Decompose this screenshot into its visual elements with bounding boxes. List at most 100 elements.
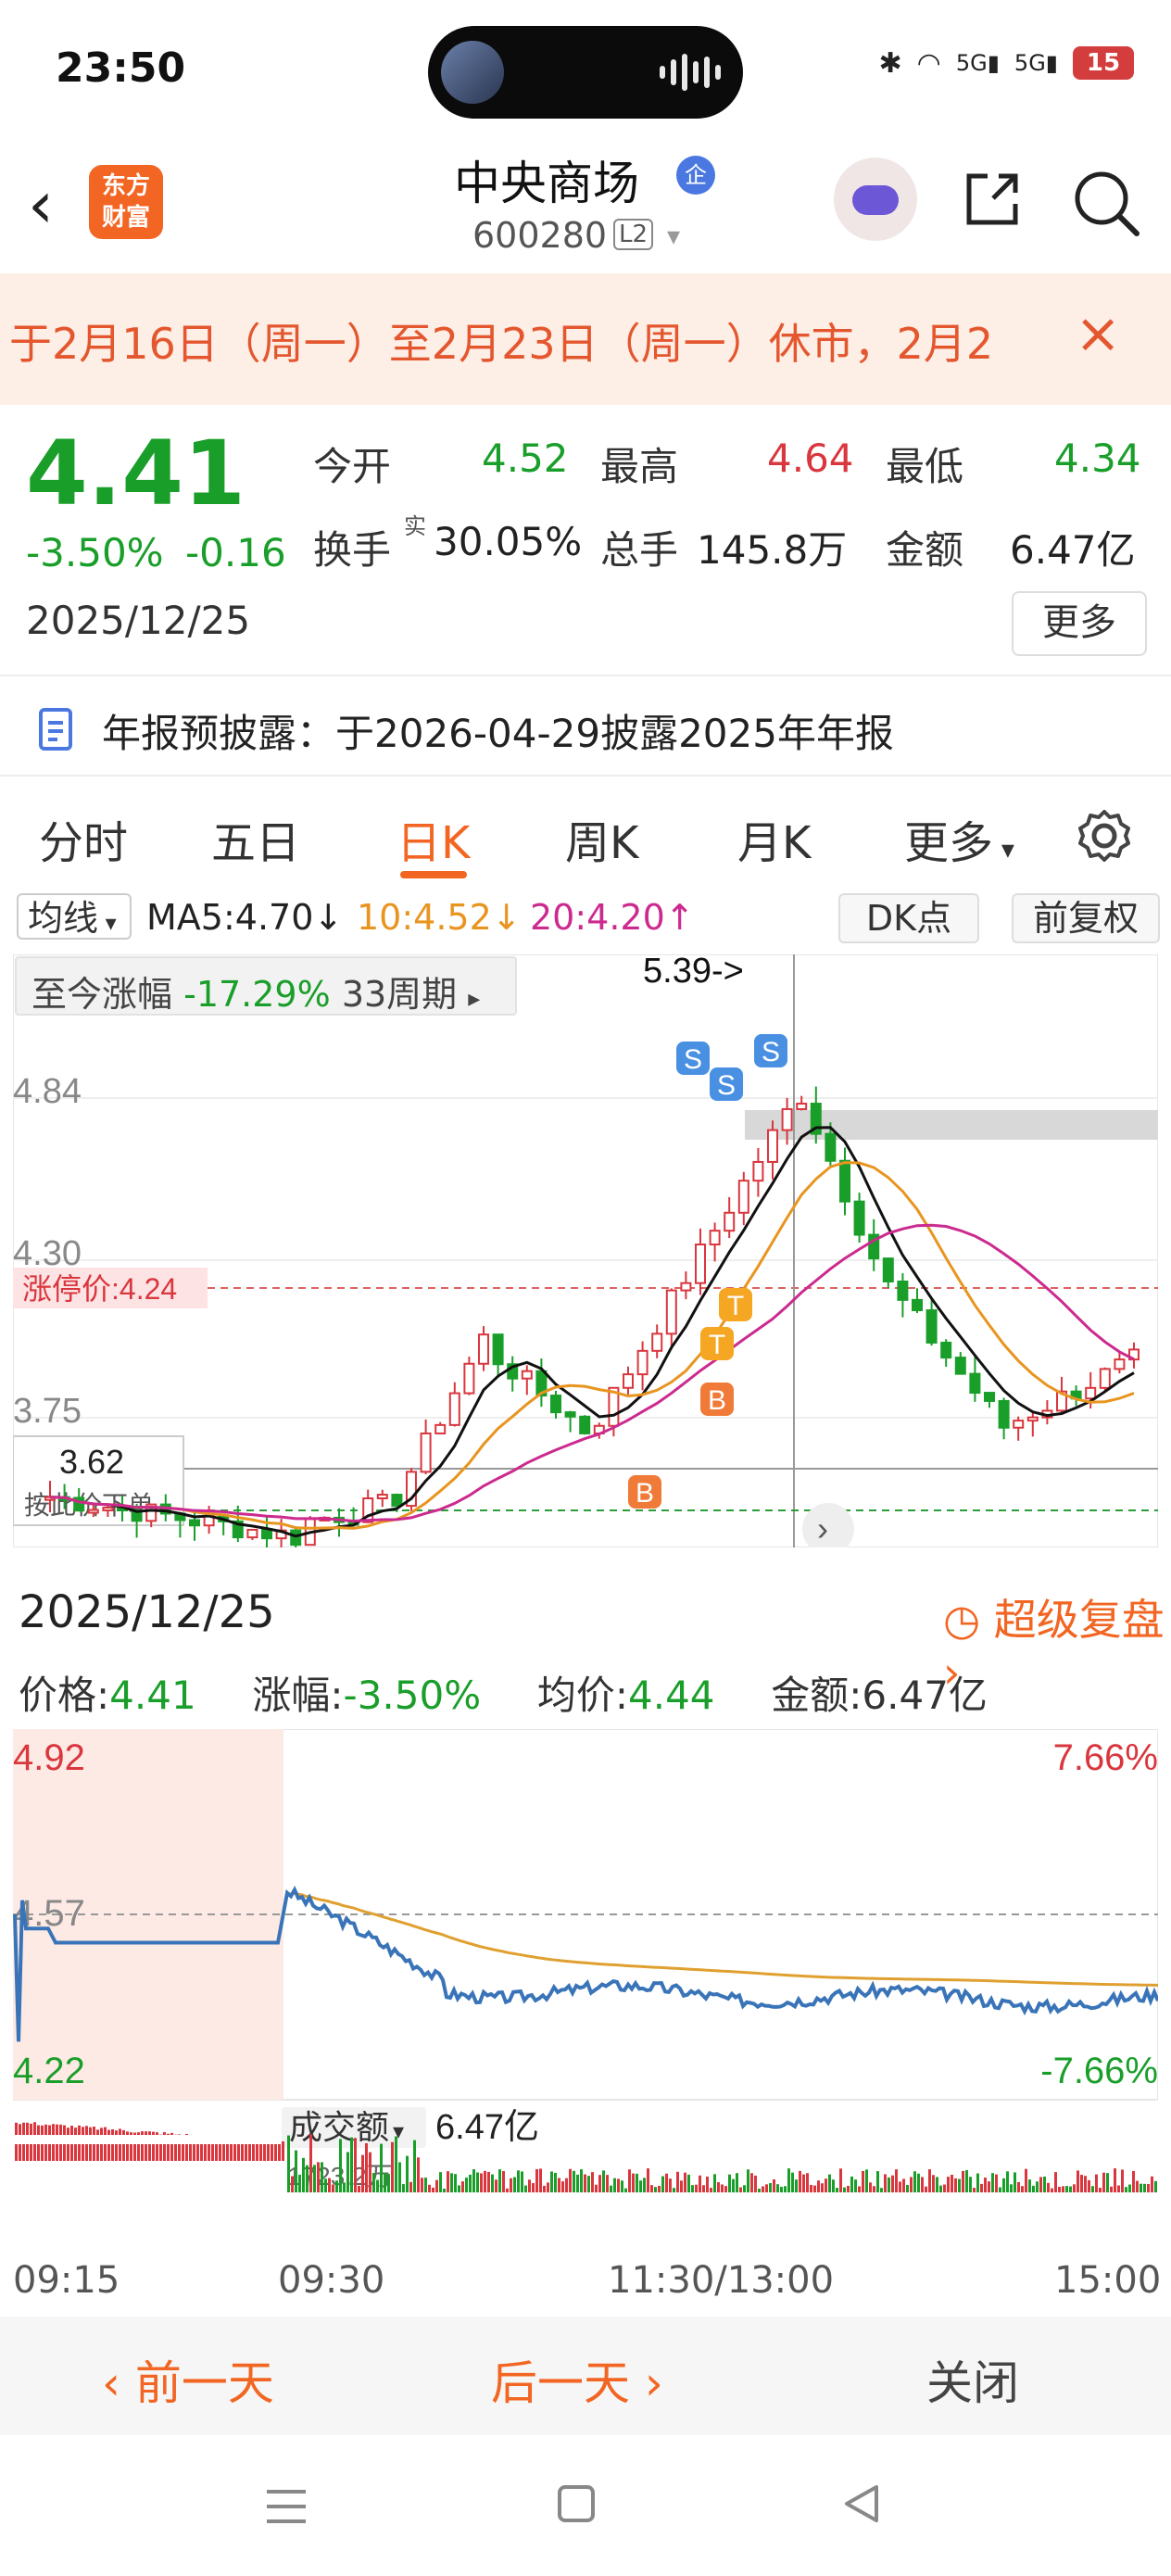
volume-bar bbox=[1025, 2168, 1027, 2192]
volume-bar bbox=[487, 2171, 490, 2192]
volume-bar bbox=[980, 2183, 983, 2192]
volume-bar bbox=[561, 2181, 564, 2192]
volume-bar bbox=[1095, 2174, 1098, 2192]
prev-day-button[interactable]: ‹ 前一天 bbox=[102, 2346, 274, 2413]
volume-bar bbox=[321, 2162, 323, 2192]
chart-tabs: 分时 五日 日K 周K 月K 更多 ▾ bbox=[0, 788, 1171, 885]
tab-weekly-k[interactable]: 周K bbox=[565, 806, 638, 871]
volume-bar bbox=[1051, 2188, 1053, 2192]
menu-icon[interactable] bbox=[263, 2486, 309, 2527]
range-text: 至今涨幅 -17.29% 33周期 ▸ bbox=[31, 966, 480, 1017]
candle-body bbox=[665, 1289, 677, 1335]
volume-bar bbox=[624, 2188, 627, 2192]
volume-bar bbox=[954, 2178, 957, 2192]
signal-label: S bbox=[684, 1044, 702, 1075]
tab-monthly-k[interactable]: 月K bbox=[737, 806, 811, 871]
intraday-chart[interactable]: 4.92 4.57 4.22 7.66% -7.66% 成交额 ▾ 6.47亿 … bbox=[13, 1729, 1158, 2248]
tab-more[interactable]: 更多 ▾ bbox=[904, 806, 1014, 871]
volume-bar bbox=[369, 2152, 371, 2192]
market-closure-notice[interactable]: 于2月16日（周一）至2月23日（周一）休市，2月2 × bbox=[0, 273, 1171, 405]
candle-body bbox=[1085, 1386, 1097, 1400]
back-arrow-icon[interactable]: ‹ bbox=[28, 167, 54, 243]
close-icon[interactable]: × bbox=[1075, 301, 1121, 366]
tab-daily-k[interactable]: 日K bbox=[397, 806, 470, 871]
volume-bar bbox=[1091, 2186, 1094, 2192]
volume-bar bbox=[1154, 2180, 1157, 2192]
volume-bar bbox=[810, 2184, 812, 2192]
annual-report-notice[interactable]: 年报预披露：于2026-04-29披露2025年年报 bbox=[0, 686, 1171, 774]
volume-bar bbox=[647, 2168, 649, 2192]
volume-bar bbox=[854, 2179, 857, 2192]
volume-bar bbox=[402, 2184, 405, 2192]
share-icon[interactable] bbox=[960, 167, 1025, 232]
tab-five-day[interactable]: 五日 bbox=[211, 806, 300, 871]
back-triangle-icon[interactable] bbox=[839, 2481, 884, 2526]
stock-code[interactable]: 600280 bbox=[472, 215, 607, 256]
candle-body bbox=[825, 1132, 837, 1162]
range-change-box[interactable]: 至今涨幅 -17.29% 33周期 ▸ bbox=[15, 956, 517, 1016]
stock-name[interactable]: 中央商场 bbox=[454, 146, 639, 213]
volume-bar bbox=[665, 2173, 668, 2192]
volume-gap bbox=[15, 2135, 282, 2144]
caret-down-icon: ▾ bbox=[993, 834, 1014, 865]
caret-down-icon: ▾ bbox=[98, 910, 117, 936]
gear-icon[interactable] bbox=[1075, 806, 1134, 865]
volume-bar bbox=[636, 2173, 638, 2192]
volume-bar bbox=[732, 2178, 735, 2192]
status-bar: 23:50 ✱ ◠ 5G▮ 5G▮ 15 bbox=[0, 0, 1171, 139]
intraday-stats: 价格:4.41 涨幅:-3.50% 均价:4.44 金额:6.47亿 bbox=[19, 1664, 988, 1721]
y-tick-375: 3.75 bbox=[13, 1392, 82, 1431]
home-square-icon[interactable] bbox=[556, 2483, 597, 2524]
high-value: 4.64 bbox=[767, 436, 854, 481]
volume-bar bbox=[1021, 2186, 1024, 2192]
volume-bar bbox=[724, 2186, 727, 2192]
intraday-header: 2025/12/25 ◷ 超级复盘 › 价格:4.41 涨幅:-3.50% 均价… bbox=[0, 1575, 1171, 1724]
volume-bar bbox=[984, 2178, 987, 2192]
tab-intraday[interactable]: 分时 bbox=[39, 806, 128, 871]
ma-toggle[interactable]: 均线 ▾ bbox=[17, 893, 132, 940]
volume-bar bbox=[606, 2175, 609, 2192]
signal-label: T bbox=[727, 1291, 744, 1321]
volume-bar bbox=[417, 2157, 420, 2192]
assistant-robot-icon[interactable] bbox=[834, 158, 917, 241]
adjust-mode-button[interactable]: 前复权 bbox=[1012, 893, 1160, 943]
volume-bar bbox=[569, 2168, 572, 2192]
volume-bar bbox=[1114, 2168, 1116, 2192]
next-day-button[interactable]: 后一天 › bbox=[491, 2346, 663, 2413]
volume-bar bbox=[602, 2170, 605, 2192]
app-logo[interactable]: 东方 财富 bbox=[89, 165, 163, 239]
candle-body bbox=[564, 1411, 576, 1418]
close-button[interactable]: 关闭 bbox=[926, 2346, 1019, 2413]
dk-point-button[interactable]: DK点 bbox=[838, 893, 979, 943]
volume-bar bbox=[1054, 2172, 1057, 2192]
stock-header: ‹ 东方 财富 中央商场 企 600280 L2 ▾ bbox=[0, 139, 1171, 273]
more-quote-button[interactable]: 更多 bbox=[1012, 591, 1147, 656]
volume-bar bbox=[765, 2184, 768, 2192]
volume-bar bbox=[1102, 2172, 1105, 2192]
volume-bar bbox=[595, 2184, 598, 2192]
volume-bar bbox=[925, 2186, 927, 2192]
chevron-down-icon[interactable]: ▾ bbox=[667, 221, 680, 251]
volume-bar bbox=[1028, 2179, 1031, 2192]
volume-bar bbox=[428, 2184, 431, 2192]
kline-chart[interactable]: 4.84 4.30 3.75 涨停价:4.24 5.39-> 3.62 按此价下… bbox=[13, 954, 1158, 1547]
search-icon[interactable] bbox=[1070, 167, 1142, 239]
volume-bar bbox=[461, 2181, 464, 2192]
volume-bar bbox=[380, 2143, 383, 2192]
price-value: 4.41 bbox=[109, 1673, 196, 1718]
candle-body bbox=[839, 1159, 850, 1203]
volume-bar bbox=[506, 2188, 509, 2192]
candle-body bbox=[448, 1392, 460, 1426]
volume-bar bbox=[335, 2180, 338, 2192]
volume-bar bbox=[988, 2181, 990, 2192]
volume-bar bbox=[1121, 2169, 1124, 2192]
super-replay-label: 超级复盘 bbox=[993, 1595, 1165, 1645]
volume-bar bbox=[1006, 2171, 1009, 2192]
volume-bar bbox=[387, 2174, 390, 2192]
volume-bar bbox=[510, 2178, 512, 2192]
volume-bar bbox=[465, 2178, 468, 2192]
dynamic-island[interactable] bbox=[428, 26, 743, 119]
volume-bar bbox=[447, 2171, 449, 2192]
volume-bar bbox=[580, 2169, 583, 2192]
last-price: 4.41 bbox=[26, 422, 246, 525]
